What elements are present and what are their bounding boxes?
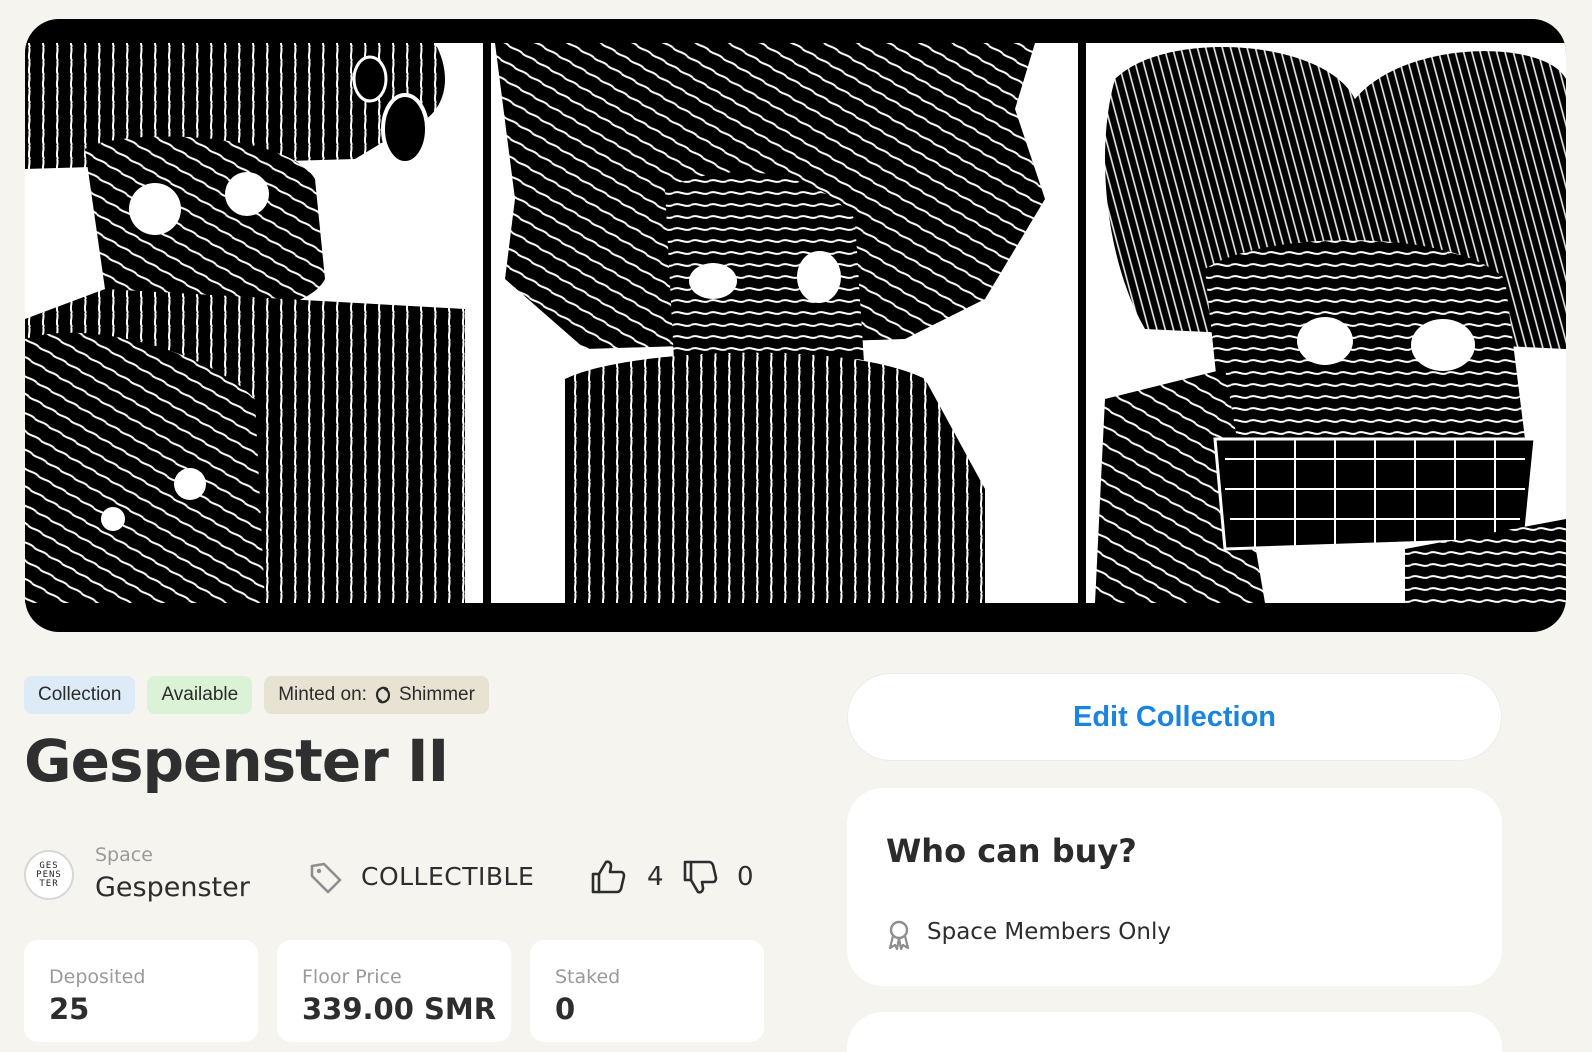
- available-badge: Available: [147, 676, 253, 714]
- stat-label: Staked: [555, 966, 621, 988]
- collection-title: Gespenster II: [24, 727, 449, 795]
- buy-requirement-text: Space Members Only: [927, 919, 1171, 945]
- upvote-count: 4: [647, 862, 664, 892]
- collection-badge: Collection: [24, 676, 136, 714]
- edit-collection-button[interactable]: Edit Collection: [847, 673, 1502, 761]
- downvote-count: 0: [737, 862, 754, 892]
- collection-meta-row: GES PENS TER Space Gespenster COLLECTIBL…: [24, 840, 774, 910]
- minted-on-badge: Minted on: Shimmer: [264, 676, 489, 714]
- status-badges: Collection Available Minted on: Shimmer: [24, 676, 489, 714]
- minted-on-label: Minted on:: [278, 684, 367, 705]
- space-name-link[interactable]: Gespenster: [95, 872, 250, 903]
- thumbs-down-icon[interactable]: [681, 858, 719, 896]
- stat-value: 25: [49, 992, 90, 1026]
- stat-card-floor-price: Floor Price 339.00 SMR: [277, 940, 511, 1042]
- who-can-buy-card: Who can buy? Space Members Only: [847, 788, 1502, 986]
- space-avatar-text: GES PENS TER: [36, 860, 62, 889]
- space-label: Space: [95, 844, 153, 866]
- stat-card-deposited: Deposited 25: [24, 940, 258, 1042]
- stat-label: Floor Price: [302, 966, 402, 988]
- next-sidebar-card: [847, 1012, 1502, 1052]
- stat-label: Deposited: [49, 966, 146, 988]
- award-ribbon-icon: [888, 920, 910, 950]
- space-avatar[interactable]: GES PENS TER: [24, 850, 74, 900]
- tag-icon: [310, 862, 342, 894]
- network-name: Shimmer: [398, 684, 475, 705]
- who-can-buy-title: Who can buy?: [886, 832, 1137, 870]
- banner-artwork: [25, 43, 1566, 603]
- shimmer-icon: [375, 686, 391, 704]
- stat-value: 0: [555, 992, 576, 1026]
- thumbs-up-icon[interactable]: [589, 858, 627, 896]
- stat-value: 339.00 SMR: [302, 992, 497, 1026]
- stat-card-staked: Staked 0: [530, 940, 764, 1042]
- category-label: COLLECTIBLE: [361, 862, 535, 891]
- collection-banner-image: [25, 19, 1566, 632]
